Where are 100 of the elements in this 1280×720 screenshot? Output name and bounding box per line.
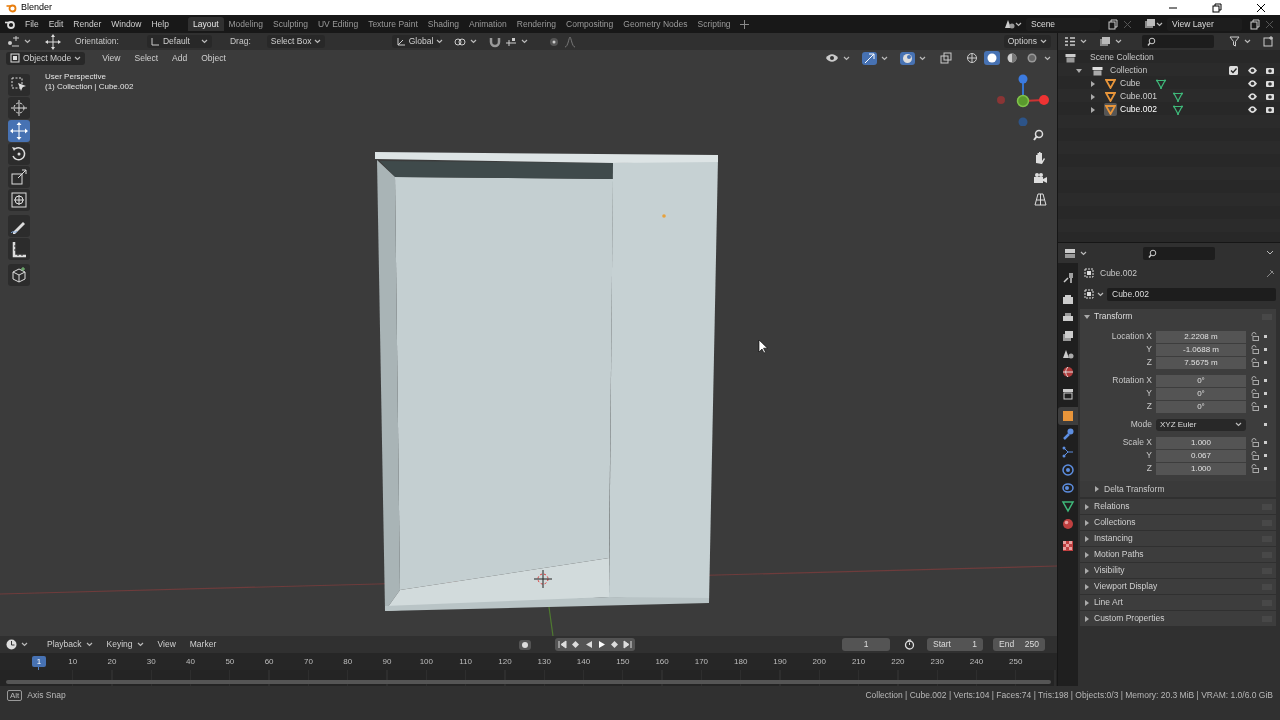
- number-field[interactable]: 0°: [1156, 374, 1246, 387]
- expand-arrow[interactable]: [1084, 313, 1090, 320]
- orientation-dropdown[interactable]: Default: [146, 35, 212, 48]
- menu-item[interactable]: Render: [68, 18, 107, 30]
- panel-header[interactable]: Collections: [1080, 514, 1276, 530]
- tool-button[interactable]: [8, 120, 30, 142]
- workspace-tab[interactable]: Geometry Nodes: [618, 16, 693, 32]
- camera-icon[interactable]: [1265, 92, 1275, 101]
- menu-item[interactable]: File: [20, 18, 44, 30]
- number-field[interactable]: 0°: [1156, 387, 1246, 400]
- pivot-icon[interactable]: [6, 35, 20, 48]
- visibility-icon[interactable]: [825, 53, 839, 63]
- tool-button[interactable]: [8, 97, 30, 119]
- workspace-tab[interactable]: Shading: [422, 16, 464, 32]
- play-icon[interactable]: [597, 640, 607, 649]
- add-icon[interactable]: [739, 19, 749, 29]
- next-keyframe-icon[interactable]: [610, 640, 620, 649]
- pin-icon[interactable]: [1266, 268, 1276, 278]
- overlay-toggle[interactable]: [900, 51, 915, 65]
- menu-item[interactable]: Marker: [184, 639, 222, 650]
- workspace-tab[interactable]: Scripting: [692, 16, 736, 32]
- keyframe-icon[interactable]: [1264, 453, 1268, 458]
- menu-item[interactable]: Keying: [101, 639, 149, 650]
- orientation-dropdown[interactable]: Global: [391, 35, 440, 48]
- scrollbar[interactable]: [6, 680, 1051, 684]
- tool-button[interactable]: [8, 264, 30, 286]
- number-field[interactable]: 2.2208 m: [1156, 330, 1246, 343]
- mode-dropdown[interactable]: Object Mode: [6, 51, 86, 65]
- keyframe-icon[interactable]: [1264, 422, 1268, 427]
- new-collection-icon[interactable]: [1263, 36, 1274, 47]
- expand-arrow[interactable]: [1084, 519, 1090, 526]
- camera-icon[interactable]: [1265, 105, 1275, 114]
- panel-header[interactable]: Custom Properties: [1080, 610, 1276, 626]
- number-field[interactable]: 1.000: [1156, 436, 1246, 449]
- move-icon[interactable]: [45, 33, 61, 50]
- camera-icon[interactable]: [1265, 66, 1275, 75]
- keyframe-icon[interactable]: [1264, 347, 1268, 352]
- view-layer-icon[interactable]: [1099, 36, 1111, 47]
- proportional-icon[interactable]: [547, 35, 560, 48]
- number-field[interactable]: 1.000: [1156, 462, 1246, 475]
- workspace-tab[interactable]: Animation: [463, 16, 512, 32]
- menu-item[interactable]: Add: [167, 52, 193, 64]
- keyframe-icon[interactable]: [1264, 334, 1268, 339]
- stopwatch-icon[interactable]: [904, 639, 915, 650]
- record-button[interactable]: [519, 639, 532, 650]
- menu-item[interactable]: Window: [106, 18, 147, 30]
- checkbox[interactable]: [1229, 66, 1238, 75]
- outliner-item[interactable]: Collection: [1110, 65, 1148, 76]
- axis-gizmo-drawing[interactable]: [996, 74, 1052, 126]
- panel-header[interactable]: Viewport Display: [1080, 578, 1276, 594]
- scene-icon[interactable]: [1003, 18, 1015, 30]
- tool-button[interactable]: [8, 166, 30, 188]
- outliner-item[interactable]: Cube.002: [1120, 104, 1157, 115]
- options-dropdown[interactable]: Options: [1003, 35, 1051, 48]
- keyframe-icon[interactable]: [1264, 440, 1268, 445]
- drag-dropdown[interactable]: Select Box: [266, 35, 325, 48]
- menu-item[interactable]: View: [97, 52, 126, 64]
- layers-icon[interactable]: [1144, 18, 1156, 30]
- menu-item[interactable]: Object: [196, 52, 231, 64]
- keyframe-icon[interactable]: [1264, 360, 1268, 365]
- expand-arrow[interactable]: [1084, 535, 1090, 542]
- eye-icon[interactable]: [1247, 92, 1258, 101]
- panel-header[interactable]: Visibility: [1080, 562, 1276, 578]
- editor-type-icon[interactable]: [1064, 247, 1076, 259]
- lock-icon[interactable]: [1250, 358, 1259, 367]
- menu-item[interactable]: View: [152, 639, 181, 650]
- lock-icon[interactable]: [1250, 376, 1259, 385]
- outliner-item[interactable]: Cube: [1120, 78, 1141, 89]
- menu-item[interactable]: Playback: [42, 639, 98, 650]
- outliner-item[interactable]: Scene Collection: [1090, 52, 1154, 63]
- keyframe-icon[interactable]: [1264, 391, 1268, 396]
- eye-icon[interactable]: [1247, 105, 1258, 114]
- eye-icon[interactable]: [1247, 66, 1258, 75]
- display-mode-icon[interactable]: [1064, 36, 1076, 47]
- menu-item[interactable]: Select: [129, 52, 164, 64]
- workspace-tab[interactable]: Texture Paint: [363, 16, 423, 32]
- panel-header[interactable]: Line Art: [1080, 594, 1276, 610]
- shading-button[interactable]: [984, 51, 1000, 65]
- dropdown-icon[interactable]: [1266, 250, 1274, 256]
- gizmo-toggle[interactable]: [862, 51, 877, 65]
- shading-button[interactable]: [964, 51, 980, 65]
- expand-arrow[interactable]: [1084, 503, 1090, 510]
- number-field[interactable]: 0°: [1156, 400, 1246, 413]
- object-icon[interactable]: [1084, 289, 1094, 299]
- workspace-tab[interactable]: Modeling: [223, 16, 268, 32]
- playhead[interactable]: 1: [32, 656, 46, 667]
- editor-type-icon[interactable]: [6, 639, 17, 650]
- tool-button[interactable]: [8, 143, 30, 165]
- duplicate-icon[interactable]: [1108, 18, 1118, 30]
- filter-icon[interactable]: [1229, 36, 1240, 47]
- grid-icon[interactable]: [1031, 190, 1050, 209]
- lock-icon[interactable]: [1250, 464, 1259, 473]
- expand-arrow[interactable]: [1084, 615, 1090, 622]
- jump-end-icon[interactable]: [623, 640, 633, 649]
- number-field[interactable]: 7.5675 m: [1156, 356, 1246, 369]
- search-field[interactable]: [1142, 35, 1214, 48]
- view-layer-field[interactable]: View Layer: [1167, 17, 1242, 31]
- mode-dropdown[interactable]: XYZ Euler: [1156, 418, 1246, 431]
- duplicate-icon[interactable]: [1250, 18, 1260, 30]
- panel-header[interactable]: Instancing: [1080, 530, 1276, 546]
